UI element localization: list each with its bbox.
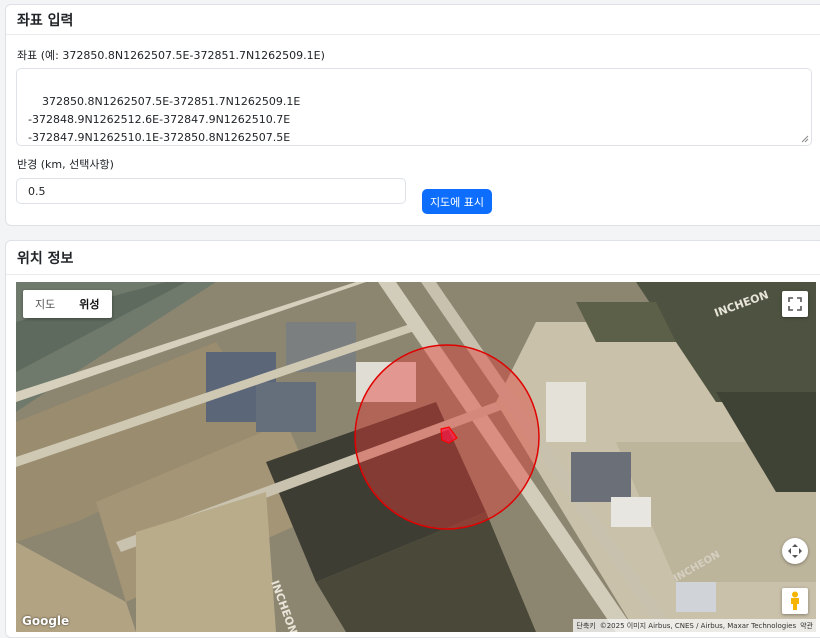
terms-link[interactable]: 약관	[800, 621, 813, 631]
fullscreen-icon	[788, 297, 802, 311]
coordinate-label: 좌표 (예: 372850.8N1262507.5E-372851.7N1262…	[17, 49, 325, 62]
coordinate-textarea[interactable]: 372850.8N1262507.5E-372851.7N1262509.1E …	[16, 68, 812, 146]
location-info-title: 위치 정보	[6, 241, 820, 275]
satellite-imagery: INCHEON INCHEON INCHEON	[16, 282, 816, 632]
map-attribution: 단축키 ©2025 이미지 Airbus, CNES / Airbus, Max…	[573, 619, 816, 632]
keyboard-shortcuts-link[interactable]: 단축키	[576, 621, 595, 631]
pegman-icon	[791, 591, 799, 610]
camera-control-button[interactable]	[782, 538, 808, 564]
resize-grip-icon[interactable]	[801, 135, 809, 143]
coordinate-input-title: 좌표 입력	[6, 5, 820, 35]
fullscreen-button[interactable]	[782, 291, 808, 317]
camera-control-icon	[788, 544, 802, 558]
map-type-road-button[interactable]: 지도	[23, 290, 67, 318]
street-view-button[interactable]	[782, 588, 808, 614]
location-info-card: 위치 정보 INCHEON INCHEON INCHEON 지도 위성 Goog…	[5, 240, 820, 638]
map-type-satellite-button[interactable]: 위성	[67, 290, 111, 318]
satellite-map[interactable]: INCHEON INCHEON INCHEON 지도 위성 Google 단축키…	[16, 282, 816, 632]
map-type-control: 지도 위성	[23, 290, 112, 318]
google-logo: Google	[22, 614, 70, 628]
radius-input[interactable]: 0.5	[16, 178, 406, 204]
radius-label: 반경 (km, 선택사항)	[17, 158, 114, 171]
show-on-map-button[interactable]: 지도에 표시	[422, 189, 492, 214]
coordinate-input-card: 좌표 입력 좌표 (예: 372850.8N1262507.5E-372851.…	[5, 4, 820, 226]
imagery-attribution: ©2025 이미지 Airbus, CNES / Airbus, Maxar T…	[599, 621, 797, 630]
radius-value: 0.5	[28, 184, 46, 198]
coordinate-text: 372850.8N1262507.5E-372851.7N1262509.1E …	[28, 95, 301, 144]
